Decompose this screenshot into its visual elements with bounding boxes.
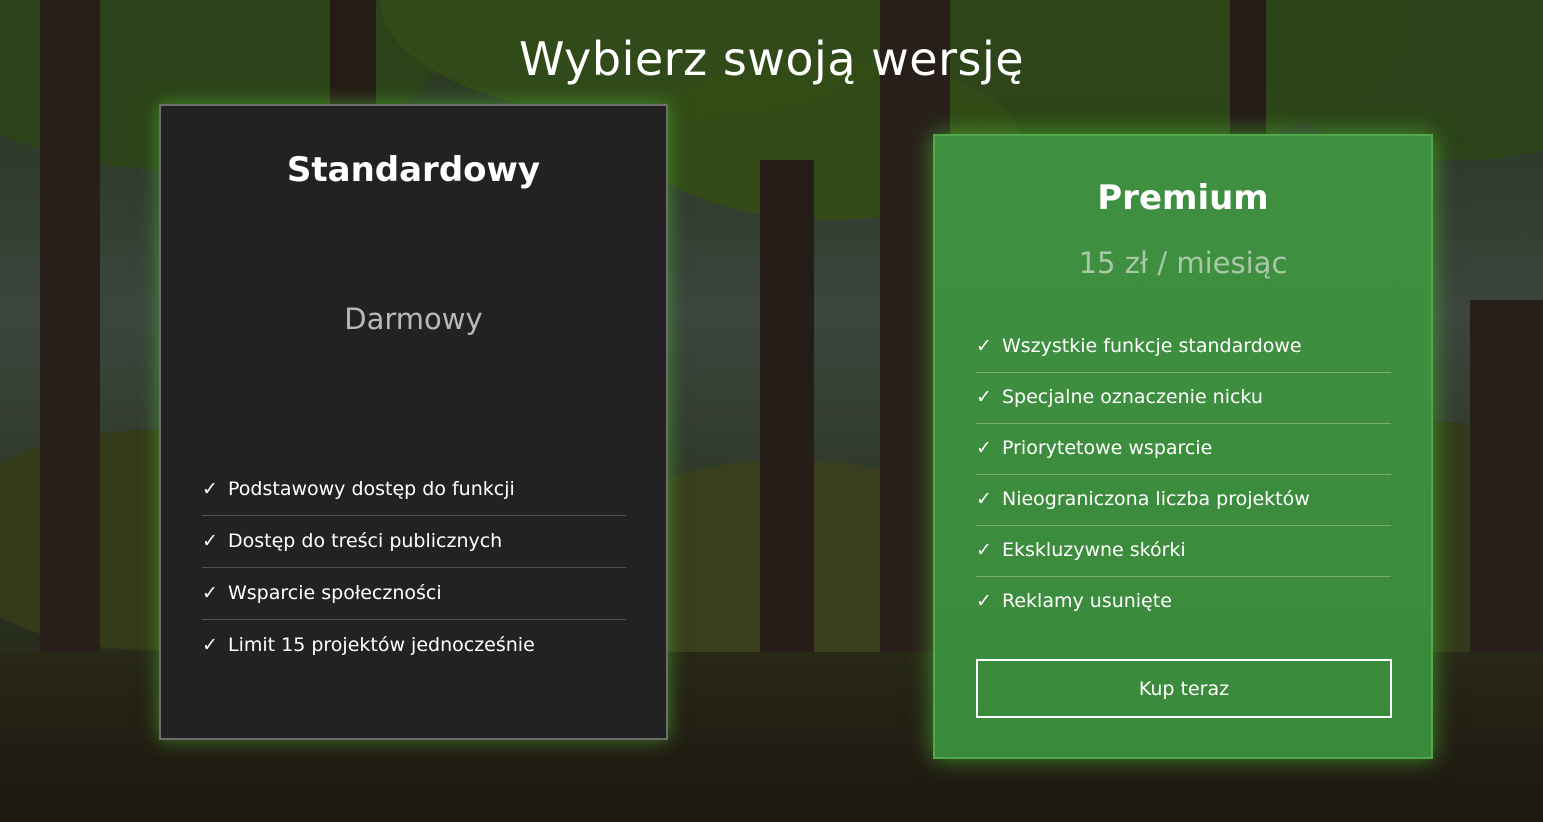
plan-card-premium: Premium 15 zł / miesiąc ✓ Wszystkie funkc… — [933, 134, 1433, 759]
feature-item: ✓ Ekskluzywne skórki — [976, 526, 1391, 577]
check-icon: ✓ — [202, 634, 218, 656]
feature-item: ✓ Podstawowy dostęp do funkcji — [202, 464, 626, 516]
feature-list: ✓ Wszystkie funkcje standardowe ✓ Specjaln… — [976, 322, 1391, 628]
check-icon: ✓ — [202, 530, 218, 552]
feature-item: ✓ Wszystkie funkcje standardowe — [976, 322, 1391, 373]
check-icon: ✓ — [976, 386, 992, 408]
check-icon: ✓ — [202, 582, 218, 604]
feature-label: Wsparcie społeczności — [228, 582, 442, 604]
plan-price: Darmowy — [344, 302, 483, 336]
check-icon: ✓ — [976, 590, 992, 612]
page-title: Wybierz swoją wersję — [518, 32, 1025, 86]
plan-name: Premium — [1097, 178, 1269, 218]
plan-name: Standardowy — [286, 150, 541, 190]
plan-price: 15 zł / miesiąc — [1078, 246, 1288, 280]
feature-label: Ekskluzywne skórki — [1002, 539, 1186, 561]
plan-card-standard: Standardowy Darmowy ✓ Podstawowy dostęp d… — [159, 104, 668, 740]
check-icon: ✓ — [976, 335, 992, 357]
check-icon: ✓ — [976, 437, 992, 459]
feature-item: ✓ Priorytetowe wsparcie — [976, 424, 1391, 475]
feature-item: ✓ Limit 15 projektów jednocześnie — [202, 620, 626, 672]
feature-item: ✓ Reklamy usunięte — [976, 577, 1391, 628]
check-icon: ✓ — [202, 478, 218, 500]
feature-label: Dostęp do treści publicznych — [228, 530, 503, 552]
feature-item: ✓ Nieograniczona liczba projektów — [976, 475, 1391, 526]
feature-label: Specjalne oznaczenie nicku — [1002, 386, 1263, 408]
feature-label: Podstawowy dostęp do funkcji — [228, 478, 515, 500]
feature-item: ✓ Wsparcie społeczności — [202, 568, 626, 620]
feature-item: ✓ Specjalne oznaczenie nicku — [976, 373, 1391, 424]
feature-label: Reklamy usunięte — [1002, 590, 1172, 612]
feature-label: Limit 15 projektów jednocześnie — [228, 634, 535, 656]
feature-item: ✓ Dostęp do treści publicznych — [202, 516, 626, 568]
feature-label: Wszystkie funkcje standardowe — [1002, 335, 1302, 357]
feature-list: ✓ Podstawowy dostęp do funkcji ✓ Dostęp do… — [202, 464, 626, 672]
check-icon: ✓ — [976, 488, 992, 510]
buy-now-button[interactable]: Kup teraz — [976, 659, 1392, 718]
feature-label: Priorytetowe wsparcie — [1002, 437, 1213, 459]
check-icon: ✓ — [976, 539, 992, 561]
feature-label: Nieograniczona liczba projektów — [1002, 488, 1310, 510]
